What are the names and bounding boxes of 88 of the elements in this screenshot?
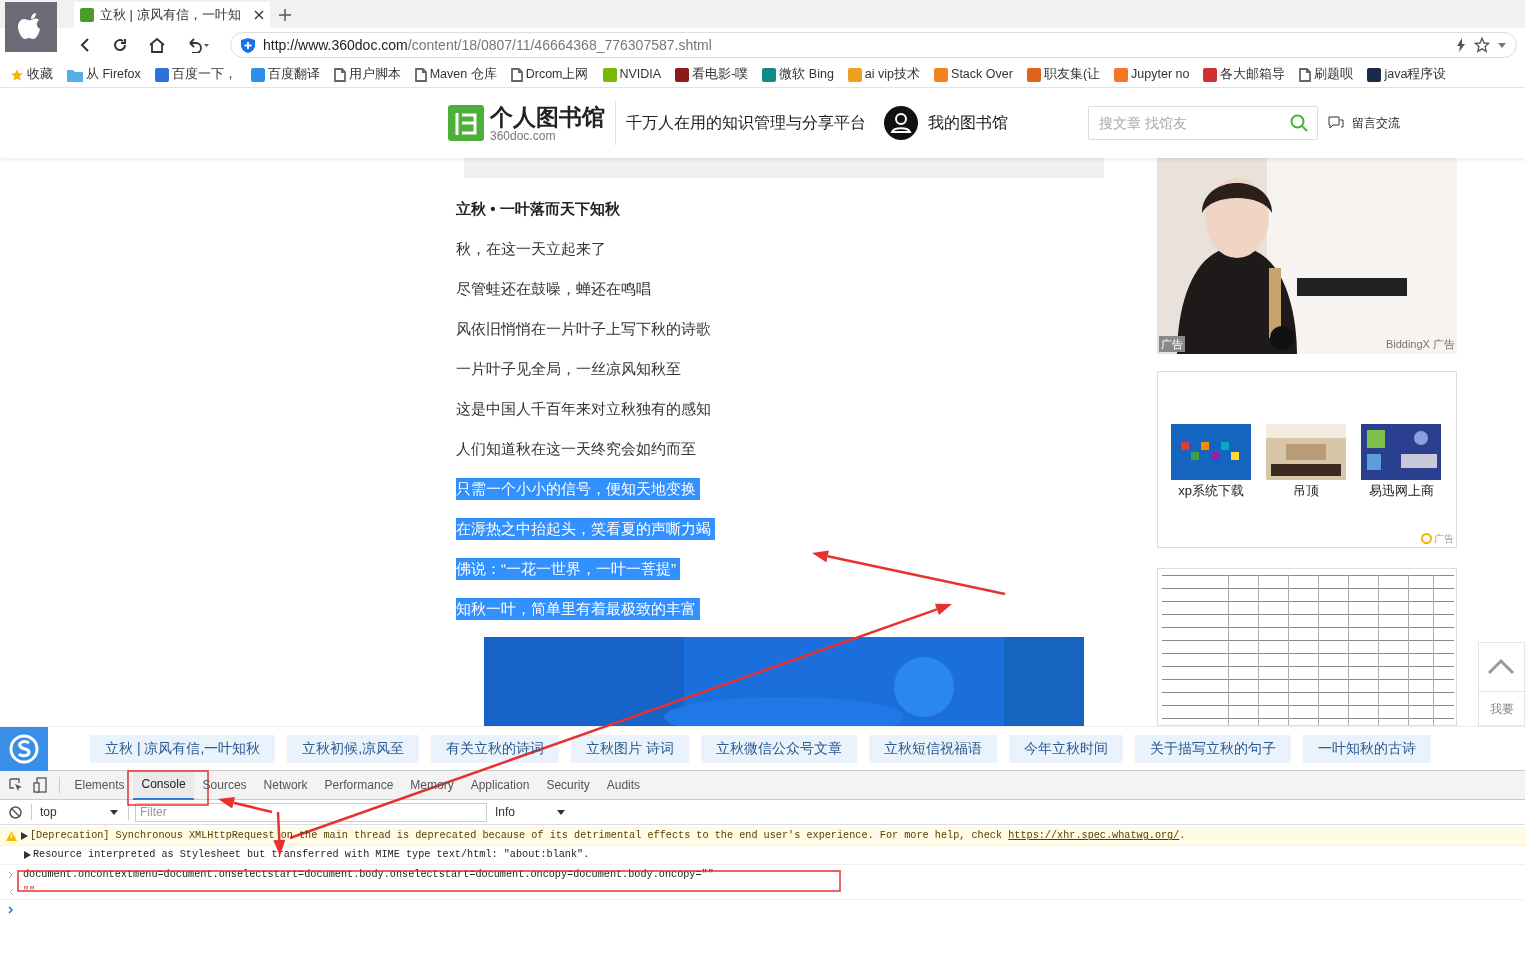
filter-field[interactable]: Filter: [135, 802, 487, 822]
article-line: 风依旧悄悄在一片叶子上写下秋的诗歌: [456, 319, 711, 340]
console-message: [Deprecation] Synchronous XMLHttpRequest on the main thread is deprecated because of its detrimental effects to the end user's experience. For more help, check https://xhr.spec.whatwg.org/.: [30, 829, 1186, 844]
bookmark[interactable]: Stack Over: [934, 65, 1013, 84]
logo-domain: 360doc.com: [490, 129, 556, 142]
related-tag[interactable]: 立秋 | 凉风有信,一叶知秋: [90, 734, 276, 763]
ad-link[interactable]: xp系统下载: [1178, 481, 1244, 501]
devtools-tab[interactable]: Security: [537, 770, 599, 800]
devtools-tab[interactable]: Console: [133, 770, 195, 800]
related-tag[interactable]: 立秋微信公众号文章: [701, 734, 858, 763]
ad-link[interactable]: 吊顶: [1293, 481, 1319, 501]
bookmark[interactable]: 百度翻译: [250, 65, 320, 84]
ad-label: 广告: [1434, 532, 1454, 547]
bookmark[interactable]: 收藏: [10, 65, 53, 84]
star-icon[interactable]: [1474, 37, 1490, 53]
related-tag[interactable]: 一叶知秋的古诗: [1303, 734, 1432, 763]
input-chevron-icon: [8, 870, 14, 879]
device-icon[interactable]: [33, 777, 47, 793]
inspect-icon[interactable]: [9, 778, 23, 792]
devtools-tab[interactable]: Elements: [66, 770, 134, 800]
related-tag[interactable]: 立秋图片 诗词: [571, 734, 690, 763]
close-icon[interactable]: [254, 10, 264, 20]
result-chevron-icon: [8, 887, 14, 896]
related-tag[interactable]: 立秋短信祝福语: [869, 734, 998, 763]
expand-icon[interactable]: [21, 832, 28, 840]
search-icon[interactable]: [1290, 114, 1308, 132]
site-icon: [80, 8, 94, 22]
caret-icon: [557, 809, 565, 815]
warning-icon: [6, 831, 17, 841]
home-icon[interactable]: [148, 37, 166, 53]
logo-icon: [448, 105, 484, 141]
bookmark[interactable]: 微软 Bing: [762, 65, 834, 84]
logo-name: 个人图书馆: [490, 104, 605, 128]
new-tab-icon[interactable]: [278, 8, 292, 22]
devtools-tab[interactable]: Performance: [316, 770, 402, 800]
back-icon[interactable]: [78, 37, 92, 53]
related-tag[interactable]: 立秋初候,凉风至: [287, 734, 420, 763]
search-field[interactable]: 搜文章 找馆友: [1088, 106, 1318, 140]
related-tag[interactable]: 关于描写立秋的句子: [1135, 734, 1292, 763]
article-title: 立秋 • 一叶落而天下知秋: [456, 198, 621, 219]
url-text: http://www.360doc.com/content/18/0807/11/46664368_776307587.shtml: [263, 35, 713, 55]
prompt-icon[interactable]: [8, 905, 14, 914]
bookmark[interactable]: 各大邮箱导: [1203, 65, 1286, 84]
browser-tab[interactable]: 立秋 | 凉风有信，一叶知: [74, 2, 270, 28]
ad-logo-icon: [1421, 533, 1432, 545]
devtools-tab[interactable]: Application: [462, 770, 538, 800]
bookmark[interactable]: Maven 仓库: [414, 65, 497, 84]
user-avatar-icon[interactable]: [884, 106, 918, 140]
related-tag[interactable]: 今年立秋时间: [1009, 734, 1124, 763]
level-select[interactable]: Info: [495, 803, 565, 821]
console-result: "": [23, 884, 36, 899]
bookmark[interactable]: 从 Firefox: [67, 65, 141, 84]
bookmark[interactable]: Jupyter no: [1114, 65, 1190, 84]
clear-console-icon[interactable]: [9, 805, 22, 819]
message-icon[interactable]: [1328, 116, 1344, 130]
dropdown-icon[interactable]: [1498, 42, 1506, 48]
tab-title: 立秋 | 凉风有信，一叶知: [100, 6, 242, 25]
bookmark[interactable]: 用户脚本: [333, 65, 401, 84]
console-command: document.oncontextmenu=document.onselectstart=document.body.onselectstart=document.oncopy=document.body.oncopy="": [23, 867, 714, 882]
article-line: 人们知道秋在这一天终究会如约而至: [456, 439, 696, 460]
undo-icon[interactable]: [186, 37, 210, 53]
reload-icon[interactable]: [112, 37, 128, 53]
article-line: 一片叶子见全局，一丝凉风知秋至: [456, 359, 681, 380]
bookmark[interactable]: 看电影-噗: [675, 65, 749, 84]
context-select[interactable]: top: [40, 803, 122, 821]
bookmark[interactable]: Drcom上网: [510, 65, 589, 84]
sogou-logo-icon[interactable]: [0, 726, 48, 771]
console-link[interactable]: https://xhr.spec.whatwg.org/: [1008, 830, 1180, 842]
my-library-link[interactable]: 我的图书馆: [928, 111, 1008, 135]
lightning-icon[interactable]: [1456, 38, 1466, 52]
bookmark[interactable]: 职友集(让: [1026, 65, 1101, 84]
message-link[interactable]: 留言交流: [1352, 114, 1400, 132]
bookmark[interactable]: 百度一下，: [154, 65, 237, 84]
devtools-tab[interactable]: Audits: [598, 770, 649, 800]
bookmark[interactable]: 刷题呗: [1299, 65, 1354, 84]
ad-link[interactable]: 易迅网上商: [1368, 481, 1434, 501]
slogan: 千万人在用的知识管理与分享平台: [626, 112, 866, 134]
article-line: 秋，在这一天立起来了: [456, 239, 606, 260]
shield-icon: [241, 37, 255, 53]
article-line: 这是中国人千百年来对立秋独有的感知: [456, 399, 711, 420]
console-message: Resource interpreted as Stylesheet but transferred with MIME type text/html: "about:blank".: [33, 848, 590, 863]
devtools-tab[interactable]: Network: [255, 770, 317, 800]
bookmark[interactable]: ai vip技术: [847, 65, 921, 84]
caret-icon: [110, 809, 118, 815]
article-line: 尽管蛙还在鼓噪，蝉还在鸣唱: [456, 279, 651, 300]
expand-icon[interactable]: [24, 851, 31, 859]
bookmark[interactable]: java程序设: [1367, 65, 1447, 84]
bookmark[interactable]: NVIDIA: [602, 65, 662, 84]
